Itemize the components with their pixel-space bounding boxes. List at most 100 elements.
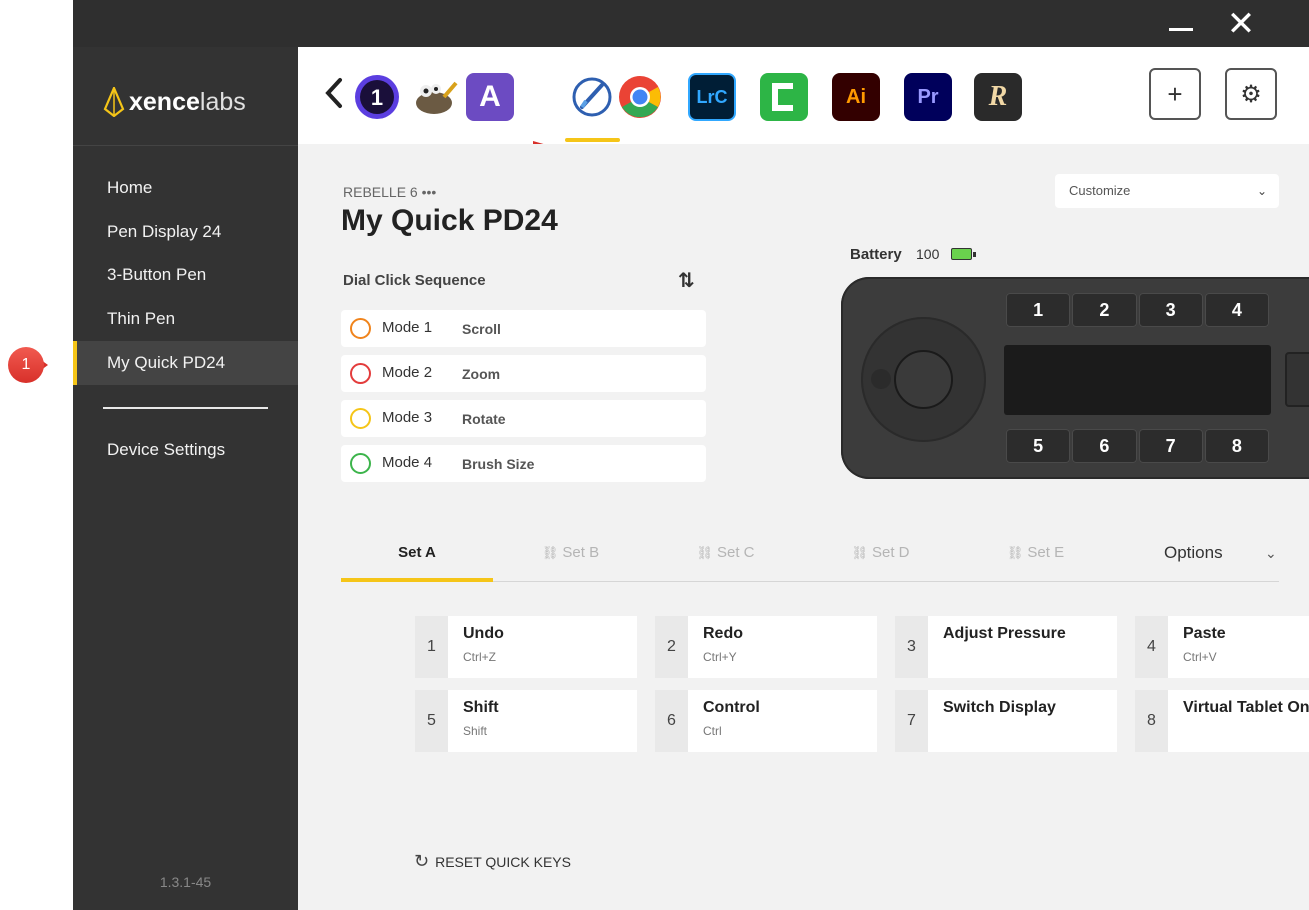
quick-key-title: Control xyxy=(703,699,760,716)
main-content: REBELLE 6 ••• My Quick PD24 Customize ⌄ … xyxy=(298,144,1309,910)
selected-app-caption[interactable]: REBELLE 6 ••• xyxy=(343,184,436,200)
customize-dropdown-value: Customize xyxy=(1069,183,1131,198)
key-set-tabs: Set A ⛓ Set B ⛓ Set C ⛓ Set D ⛓ Set E Option… xyxy=(341,536,1279,582)
device-key[interactable]: 4 xyxy=(1204,293,1269,327)
illustrator-icon: Ai xyxy=(846,85,866,108)
device-key[interactable]: 2 xyxy=(1072,293,1137,327)
quick-key-card[interactable]: 3 Adjust Pressure xyxy=(895,616,1117,678)
sidebar-item-home[interactable]: Home xyxy=(73,166,298,210)
dial-mode-row[interactable]: Mode 2 Zoom xyxy=(341,355,706,392)
app-rebelle[interactable] xyxy=(568,73,616,121)
add-application-button[interactable]: + xyxy=(1149,68,1201,120)
mode-color-dot xyxy=(350,408,371,429)
app-settings-button[interactable]: ⚙ xyxy=(1225,68,1277,120)
quick-key-shortcut: Ctrl xyxy=(703,724,722,738)
quick-key-card[interactable]: 4 Paste Ctrl+V xyxy=(1135,616,1309,678)
quick-key-card[interactable]: 2 Redo Ctrl+Y xyxy=(655,616,877,678)
application-bar: 1 A LrC Ai Pr R + ⚙ xyxy=(298,47,1309,144)
device-oled-screen xyxy=(1004,345,1271,415)
scroll-apps-left-button[interactable] xyxy=(324,77,344,115)
mode-action: Brush Size xyxy=(462,456,535,472)
selected-app-indicator xyxy=(565,138,620,142)
mode-name: Mode 2 xyxy=(382,364,433,381)
device-key[interactable]: 1 xyxy=(1006,293,1071,327)
xencelabs-logo: xence labs xyxy=(103,87,246,117)
rebelle-r-icon: R xyxy=(988,81,1008,112)
plus-icon: + xyxy=(1167,78,1183,109)
app-gimp[interactable] xyxy=(410,73,458,121)
dial-mode-row[interactable]: Mode 3 Rotate xyxy=(341,400,706,437)
title-bar: ✕ xyxy=(73,0,1309,47)
app-chrome[interactable] xyxy=(616,73,664,121)
reset-quick-keys-button[interactable]: ↻ RESET QUICK KEYS xyxy=(414,851,571,872)
quick-key-card[interactable]: 1 Undo Ctrl+Z xyxy=(415,616,637,678)
mode-action: Scroll xyxy=(462,321,501,337)
tab-set-d[interactable]: ⛓ Set D xyxy=(803,536,958,582)
close-button[interactable]: ✕ xyxy=(1221,4,1261,44)
dial-mode-row[interactable]: Mode 1 Scroll xyxy=(341,310,706,347)
device-key[interactable]: 7 xyxy=(1138,429,1203,463)
tab-set-a[interactable]: Set A xyxy=(341,536,493,582)
tab-set-e[interactable]: ⛓ Set E xyxy=(958,536,1113,582)
xencelabs-logo-icon xyxy=(103,87,125,117)
tab-label: Set C xyxy=(717,544,755,561)
quick-key-number: 7 xyxy=(895,690,928,752)
app-camtasia[interactable] xyxy=(760,73,808,121)
sidebar-item-3-button-pen[interactable]: 3-Button Pen xyxy=(73,253,298,297)
quick-key-number: 1 xyxy=(415,616,448,678)
device-key[interactable]: 5 xyxy=(1006,429,1071,463)
dial-knob xyxy=(871,369,891,389)
sidebar-divider-top xyxy=(73,145,298,146)
device-key[interactable]: 6 xyxy=(1072,429,1137,463)
quick-key-card[interactable]: 8 Virtual Tablet On/... xyxy=(1135,690,1309,752)
mode-action: Zoom xyxy=(462,366,501,382)
reorder-modes-icon[interactable]: ⇅ xyxy=(678,268,695,293)
app-illustrator[interactable]: Ai xyxy=(832,73,880,121)
device-set-button[interactable] xyxy=(1285,352,1309,407)
sidebar-item-device-settings[interactable]: Device Settings xyxy=(73,428,298,472)
dial-mode-row[interactable]: Mode 4 Brush Size xyxy=(341,445,706,482)
quick-key-shortcut: Shift xyxy=(463,724,488,738)
link-icon: ⛓ xyxy=(1006,545,1024,560)
screenshot-stage: 1 ✕ xence labs Home Pen Display 24 3-Butt… xyxy=(0,0,1309,910)
customize-dropdown[interactable]: Customize ⌄ xyxy=(1055,174,1279,208)
app-lightroom-classic[interactable]: LrC xyxy=(688,73,736,121)
options-dropdown[interactable]: Options xyxy=(1164,536,1223,570)
device-key[interactable]: 3 xyxy=(1138,293,1203,327)
tab-set-b[interactable]: ⛓ Set B xyxy=(493,536,648,582)
quick-key-number: 2 xyxy=(655,616,688,678)
mode-color-dot xyxy=(350,363,371,384)
chevron-down-icon[interactable]: ⌄ xyxy=(1265,536,1277,570)
app-rebelle-r[interactable]: R xyxy=(974,73,1022,121)
quick-key-title: Paste xyxy=(1183,625,1226,642)
link-icon: ⛓ xyxy=(696,545,713,560)
battery-value: 100 xyxy=(916,246,940,262)
mode-color-dot xyxy=(350,318,371,339)
premiere-icon: Pr xyxy=(917,85,939,108)
sidebar-divider xyxy=(103,407,268,409)
quick-key-shortcut: Ctrl+Z xyxy=(463,650,496,664)
device-key[interactable]: 8 xyxy=(1204,429,1269,463)
sidebar-item-thin-pen[interactable]: Thin Pen xyxy=(73,297,298,341)
link-icon: ⛓ xyxy=(851,545,868,560)
sidebar-item-pen-display-24[interactable]: Pen Display 24 xyxy=(73,210,298,254)
affinity-photo-icon-text: 1 xyxy=(371,85,383,110)
device-dial[interactable] xyxy=(861,317,986,442)
dial-center-button[interactable] xyxy=(894,350,953,409)
app-affinity-photo[interactable]: 1 xyxy=(353,73,401,121)
reset-quick-keys-label: RESET QUICK KEYS xyxy=(435,853,571,870)
minimize-button[interactable] xyxy=(1161,10,1201,40)
quick-key-card[interactable]: 6 Control Ctrl xyxy=(655,690,877,752)
quick-key-number: 3 xyxy=(895,616,928,678)
app-affinity-publisher[interactable]: A xyxy=(466,73,514,121)
quick-key-title: Redo xyxy=(703,625,743,642)
quick-key-card[interactable]: 5 Shift Shift xyxy=(415,690,637,752)
chrome-icon xyxy=(619,76,661,118)
mode-color-dot xyxy=(350,453,371,474)
affinity-photo-icon: 1 xyxy=(355,75,399,119)
app-premiere[interactable]: Pr xyxy=(904,73,952,121)
sidebar-item-my-quick-pd24[interactable]: My Quick PD24 xyxy=(73,341,298,385)
quick-key-number: 5 xyxy=(415,690,448,752)
tab-set-c[interactable]: ⛓ Set C xyxy=(648,536,803,582)
quick-key-card[interactable]: 7 Switch Display xyxy=(895,690,1117,752)
